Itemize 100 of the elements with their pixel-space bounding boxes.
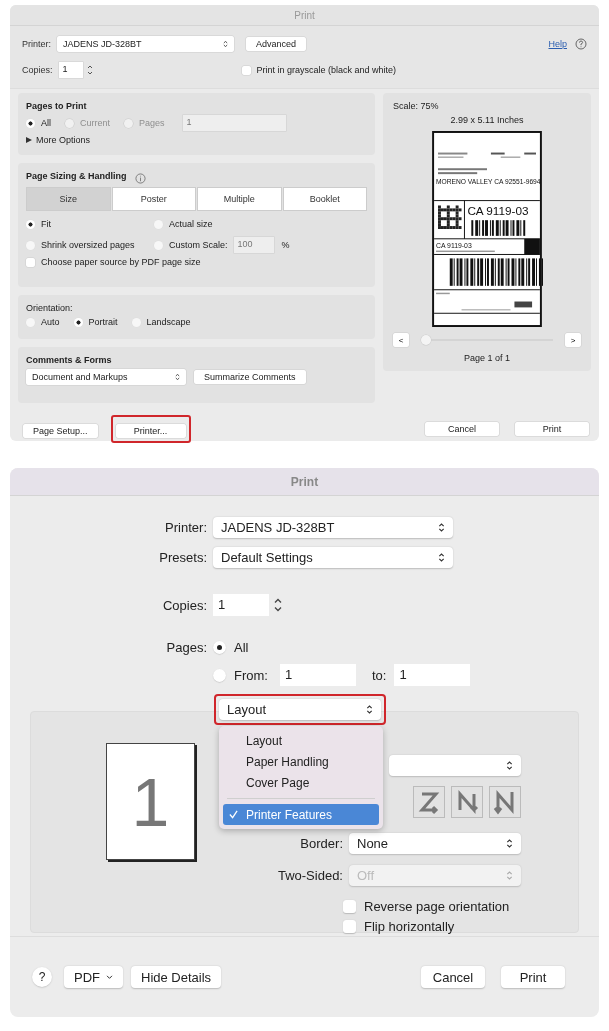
chevron-icon (175, 373, 180, 381)
scale-field[interactable]: 100 (233, 237, 274, 253)
slider-thumb[interactable] (421, 335, 431, 345)
field-label: Border: (300, 835, 343, 851)
radio-label: Custom Scale: (169, 240, 228, 250)
layout-direction-icon[interactable] (489, 786, 521, 818)
scale-label: Scale: 75% (393, 101, 440, 111)
checkbox[interactable] (343, 919, 356, 933)
copies-field[interactable]: 1 (58, 62, 83, 78)
unit-label: % (281, 240, 290, 250)
label-code: CA 9119-03 (467, 204, 529, 218)
pdf-menu-button[interactable]: PDF (64, 966, 123, 988)
hide-details-button[interactable]: Hide Details (131, 966, 222, 988)
checkbox[interactable] (26, 257, 35, 267)
dialog-button[interactable]: Printer... (115, 424, 186, 438)
field-label: Presets: (158, 549, 208, 565)
radio-label: Actual size (169, 219, 213, 229)
checkbox-label: Reverse page orientation (364, 898, 510, 914)
menu-item[interactable]: Printer Features (223, 804, 379, 825)
field-label: Pages: (165, 639, 208, 655)
border-select[interactable]: None (349, 832, 521, 854)
more-options-label: More Options (36, 135, 91, 145)
printer-select[interactable]: JADENS JD-328BT (57, 36, 234, 52)
chevron-icon (438, 551, 445, 563)
stepper-icon[interactable] (273, 596, 283, 614)
barcode-icon (449, 258, 543, 286)
tab[interactable]: Size (26, 187, 111, 211)
copies-field[interactable]: 1 (213, 594, 269, 616)
checkbox-label: Flip horizontally (364, 918, 455, 934)
field-label: Copies: (161, 597, 208, 613)
caret-icon (106, 974, 113, 980)
cancel-button[interactable]: Cancel (421, 966, 485, 988)
section-select[interactable]: Layout (219, 699, 381, 720)
layout-direction-icon[interactable] (413, 786, 445, 818)
print-button[interactable]: Print (501, 966, 565, 988)
tab[interactable]: Booklet (282, 187, 367, 211)
window-title: Print (290, 474, 319, 489)
help-button[interactable]: ? (32, 967, 52, 987)
comments-select[interactable]: Document and Markups (26, 369, 186, 385)
radio-label: Shrink oversized pages (41, 240, 135, 250)
presets-select[interactable]: Default Settings (213, 546, 453, 568)
page-label: Page 1 of 1 (462, 353, 511, 363)
chevron-icon (506, 837, 513, 849)
section-title: Page Sizing & Handling (26, 171, 127, 181)
menu-item[interactable]: Cover Page (223, 772, 379, 793)
checkbox[interactable] (343, 899, 356, 913)
section-title: Orientation: (26, 303, 74, 313)
summarize-comments-button[interactable]: Summarize Comments (194, 370, 306, 384)
radio-label: All (234, 639, 249, 655)
radio-label: Fit (41, 219, 51, 229)
disclosure-triangle-icon[interactable] (26, 137, 32, 143)
checkbox-label: Print in grayscale (black and white) (256, 65, 397, 75)
chevron-icon (366, 704, 373, 715)
size-label: 2.99 x 5.11 Inches (449, 115, 525, 125)
layout-direction-icon[interactable] (451, 786, 483, 818)
pages-field[interactable]: 1 (182, 115, 286, 131)
info-icon[interactable] (134, 172, 146, 184)
chevron-icon (438, 521, 445, 533)
pages-per-sheet-select[interactable] (389, 754, 521, 776)
menu-item[interactable]: Layout (223, 730, 379, 751)
radio-button[interactable] (26, 317, 35, 327)
tab[interactable]: Multiple (197, 187, 282, 211)
radio-label: Portrait (88, 317, 118, 327)
radio-button[interactable] (154, 240, 163, 250)
checkmark-icon (229, 810, 238, 819)
qr-code-icon (438, 205, 462, 229)
radio-label: Current (80, 118, 111, 128)
radio-button[interactable] (73, 317, 83, 327)
stepper-icon[interactable] (85, 63, 94, 77)
menu-item[interactable]: Paper Handling (223, 751, 379, 772)
radio-button[interactable] (26, 240, 35, 250)
to-field[interactable]: 1 (394, 664, 471, 686)
dialog-button[interactable]: Print (515, 422, 589, 436)
field-label: Two-Sided: (277, 867, 343, 883)
radio-button[interactable] (26, 219, 35, 229)
help-link[interactable]: Help (548, 39, 567, 49)
barcode-icon (471, 220, 526, 236)
radio-button[interactable] (131, 317, 141, 327)
field-label: Printer: (164, 519, 208, 535)
section-title: Comments & Forms (26, 355, 113, 365)
radio-label: All (41, 118, 51, 128)
checkbox-label: Choose paper source by PDF page size (41, 257, 201, 267)
checkbox[interactable] (241, 65, 251, 75)
radio-button[interactable] (213, 668, 226, 682)
chevron-icon (506, 759, 513, 771)
tab[interactable]: Poster (111, 187, 196, 211)
radio-button[interactable] (154, 219, 163, 229)
from-field[interactable]: 1 (280, 664, 356, 686)
chevron-icon (506, 869, 513, 881)
field-label: Printer: (22, 39, 51, 49)
previous-page-button[interactable]: < (393, 333, 409, 347)
help-icon[interactable] (575, 38, 587, 50)
radio-label: From: (234, 667, 269, 683)
dialog-button[interactable]: Page Setup... (23, 424, 98, 438)
next-page-button[interactable]: > (565, 333, 581, 347)
advanced-button[interactable]: Advanced (246, 37, 307, 51)
radio-button[interactable] (213, 640, 226, 654)
radio-button[interactable] (26, 118, 35, 128)
printer-select[interactable]: JADENS JD-328BT (213, 516, 453, 538)
dialog-button[interactable]: Cancel (425, 422, 499, 436)
